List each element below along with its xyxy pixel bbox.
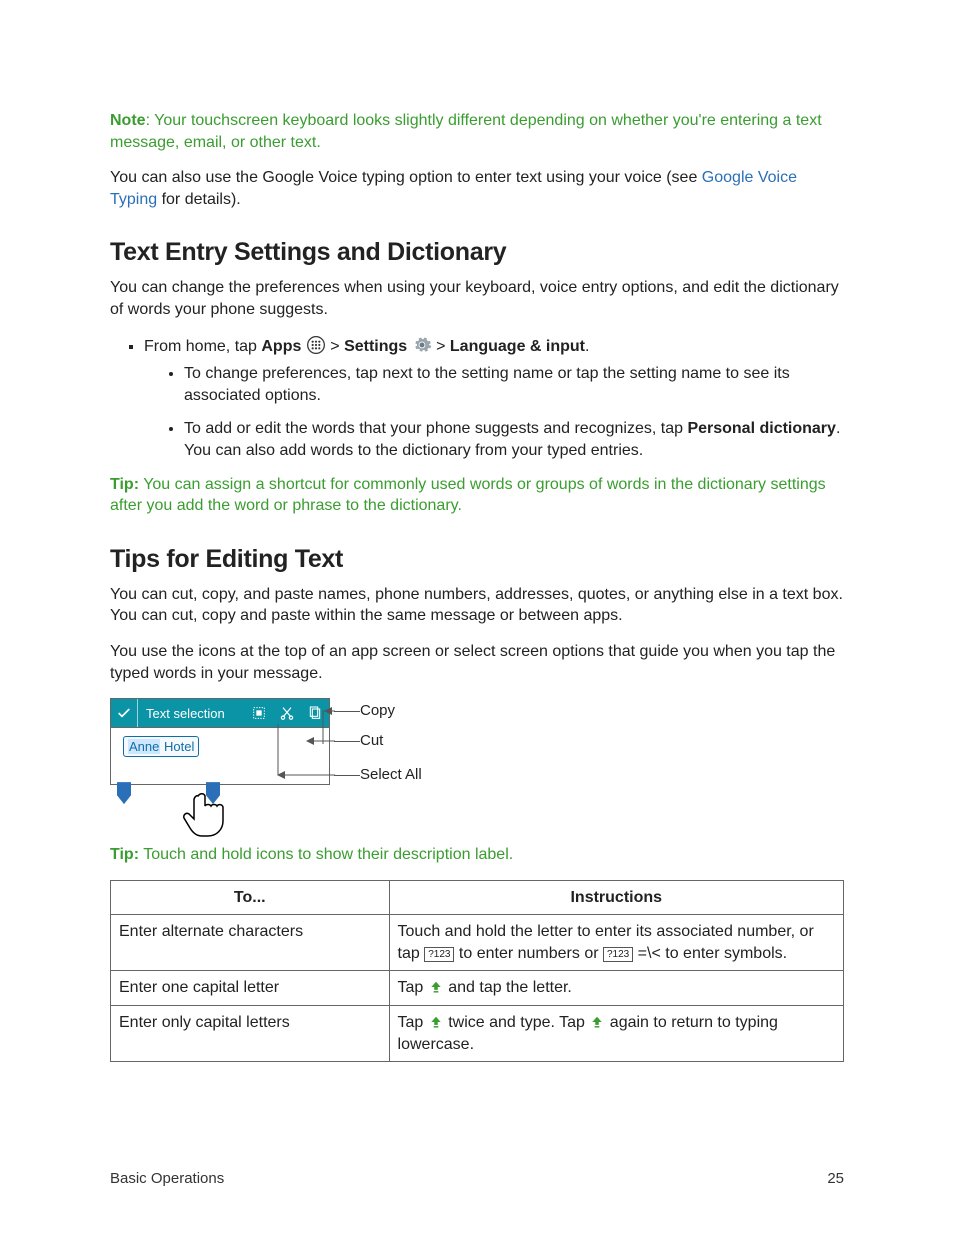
note-label: Note [110,112,146,129]
voice-pre: You can also use the Google Voice typing… [110,169,702,186]
shift-key-icon [428,980,444,994]
footer-section: Basic Operations [110,1170,224,1187]
th-instructions: Instructions [389,880,843,915]
cell-to: Enter alternate characters [111,915,390,971]
instructions-table: To... Instructions Enter alternate chara… [110,880,844,1063]
p-tips2: You use the icons at the top of an app s… [110,641,844,684]
leader-arrow-icon [277,771,285,779]
touch-hand-icon [180,790,240,840]
p-text-entry: You can change the preferences when usin… [110,277,844,320]
apps-label: Apps [261,338,301,355]
selection-action-bar: Text selection [110,698,330,728]
cut-icon [273,699,301,727]
p-tips1: You can cut, copy, and paste names, phon… [110,584,844,627]
tip1-label: Tip: [110,476,139,493]
shift-key-icon [589,1015,605,1029]
th-to: To... [111,880,390,915]
heading-tips-editing: Tips for Editing Text [110,545,844,574]
apps-icon [306,335,326,355]
heading-text-entry: Text Entry Settings and Dictionary [110,238,844,267]
selection-bar-label: Text selection [138,706,245,721]
leader-arrow-icon [324,707,332,715]
cell-to: Enter only capital letters [111,1006,390,1062]
settings-label: Settings [344,338,407,355]
shift-key-icon [428,1015,444,1029]
table-row: Enter one capital letter Tap and tap the… [111,971,844,1006]
leader-arrow-icon [306,737,314,745]
callout-copy: Copy [360,702,395,719]
table-row: Enter alternate characters Touch and hol… [111,915,844,971]
text-edit-area: Anne Hotel [110,728,330,785]
page-footer: Basic Operations 25 [110,1170,844,1187]
callout-cut: Cut [360,732,383,749]
table-row: Enter only capital letters Tap twice and… [111,1006,844,1062]
tip-1: Tip: You can assign a shortcut for commo… [110,474,844,517]
step-from-home: From home, tap Apps > Settings > Languag… [144,335,844,462]
cell-instructions: Tap and tap the letter. [389,971,843,1006]
key-123-icon: ?123 [603,947,633,963]
tip1-text: You can assign a shortcut for commonly u… [110,476,826,515]
voice-post: for details). [157,191,241,208]
cell-instructions: Touch and hold the letter to enter its a… [389,915,843,971]
voice-paragraph: You can also use the Google Voice typing… [110,167,844,210]
tip2-text: Touch and hold icons to show their descr… [139,846,513,863]
tip2-label: Tip: [110,846,139,863]
check-icon [111,699,138,727]
footer-page-number: 25 [827,1170,844,1187]
note-paragraph: Note: Your touchscreen keyboard looks sl… [110,110,844,153]
callout-selectall: Select All [360,766,422,783]
substep-2: To add or edit the words that your phone… [184,418,844,461]
settings-gear-icon [412,335,432,355]
select-all-icon [245,699,273,727]
note-text: : Your touchscreen keyboard looks slight… [110,112,822,151]
cell-to: Enter one capital letter [111,971,390,1006]
language-input-label: Language & input [450,338,585,355]
tip-2: Tip: Touch and hold icons to show their … [110,844,844,866]
selected-text-pill: Anne Hotel [123,736,199,757]
cell-instructions: Tap twice and type. Tap again to return … [389,1006,843,1062]
key-123-icon: ?123 [424,947,454,963]
text-selection-diagram: Text selection Anne Hotel [110,698,410,838]
substep-1: To change preferences, tap next to the s… [184,363,844,406]
table-header-row: To... Instructions [111,880,844,915]
selection-handle-left-icon [117,782,131,804]
